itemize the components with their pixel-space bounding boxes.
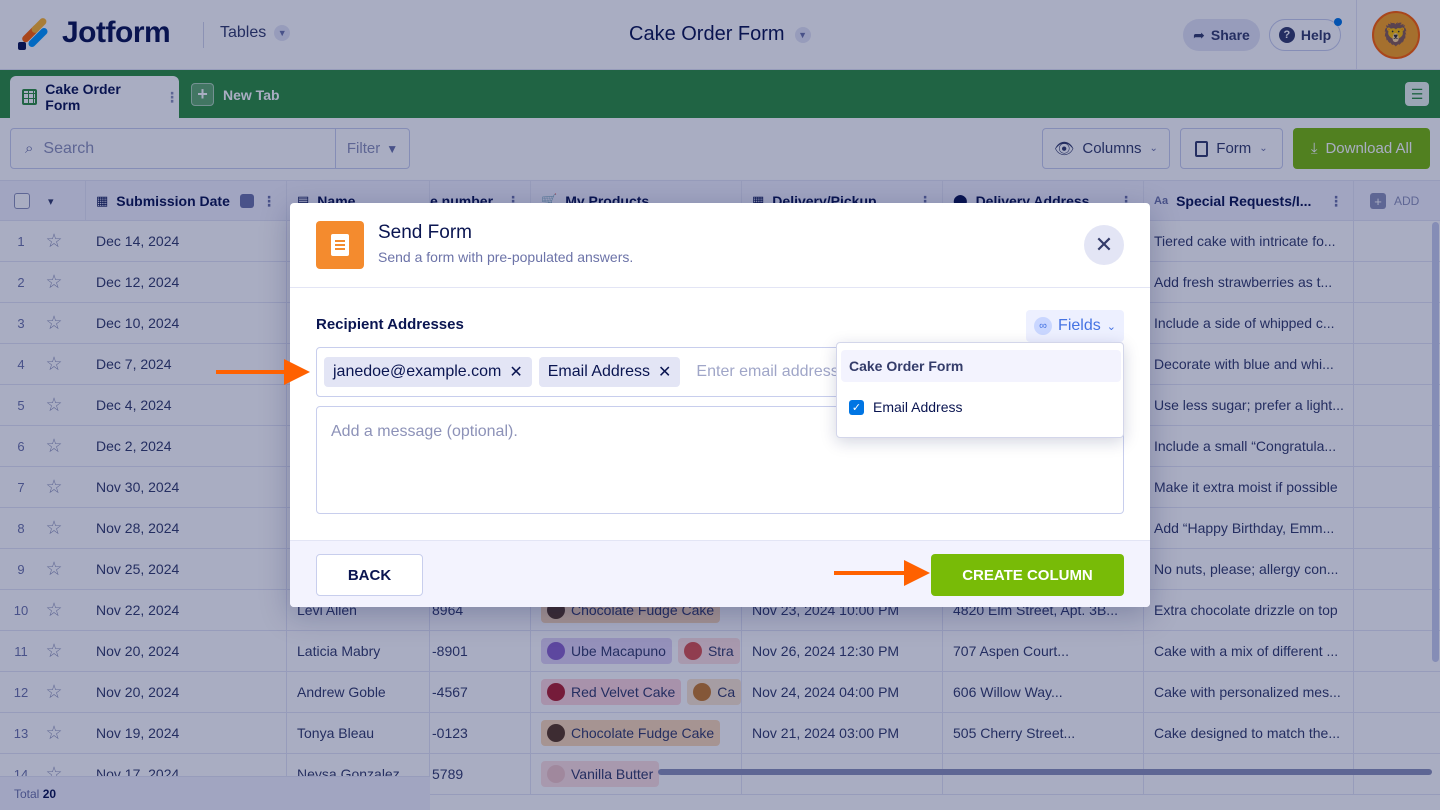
- recipient-tag: Email Address ✕: [538, 357, 681, 387]
- dialog-title: Send Form: [378, 222, 472, 243]
- dialog-header: Send Form Send a form with pre-populated…: [290, 203, 1150, 288]
- tag-label: janedoe@example.com: [333, 363, 502, 380]
- tag-label: Email Address: [547, 363, 651, 380]
- checkbox-checked-icon[interactable]: ✓: [849, 399, 864, 415]
- chevron-down-icon: ⌄: [1106, 320, 1116, 333]
- dropdown-item-label: Email Address: [873, 399, 963, 415]
- dialog-footer: BACK CREATE COLUMN: [290, 540, 1150, 607]
- email-entry-placeholder[interactable]: Enter email addresses: [696, 363, 855, 381]
- recipient-addresses-label: Recipient Addresses: [316, 316, 464, 333]
- send-form-icon: [316, 221, 364, 269]
- fields-label: Fields: [1058, 317, 1101, 334]
- remove-tag-icon[interactable]: ✕: [658, 362, 671, 382]
- annotation-arrow: [216, 359, 310, 385]
- fields-dropdown: Cake Order Form ✓ Email Address: [836, 342, 1124, 438]
- recipient-tag: janedoe@example.com ✕: [324, 357, 532, 387]
- dialog-subtitle: Send a form with pre-populated answers.: [378, 249, 634, 265]
- close-icon[interactable]: ✕: [1084, 225, 1124, 265]
- link-icon: ∞: [1034, 317, 1053, 335]
- back-button[interactable]: BACK: [316, 554, 423, 596]
- dropdown-form-heading: Cake Order Form: [841, 350, 1121, 382]
- annotation-arrow: [834, 560, 930, 586]
- fields-button[interactable]: ∞ Fields ⌄: [1026, 310, 1124, 342]
- remove-tag-icon[interactable]: ✕: [509, 362, 522, 382]
- dropdown-item-email-address[interactable]: ✓ Email Address: [849, 399, 962, 415]
- create-column-button[interactable]: CREATE COLUMN: [931, 554, 1124, 596]
